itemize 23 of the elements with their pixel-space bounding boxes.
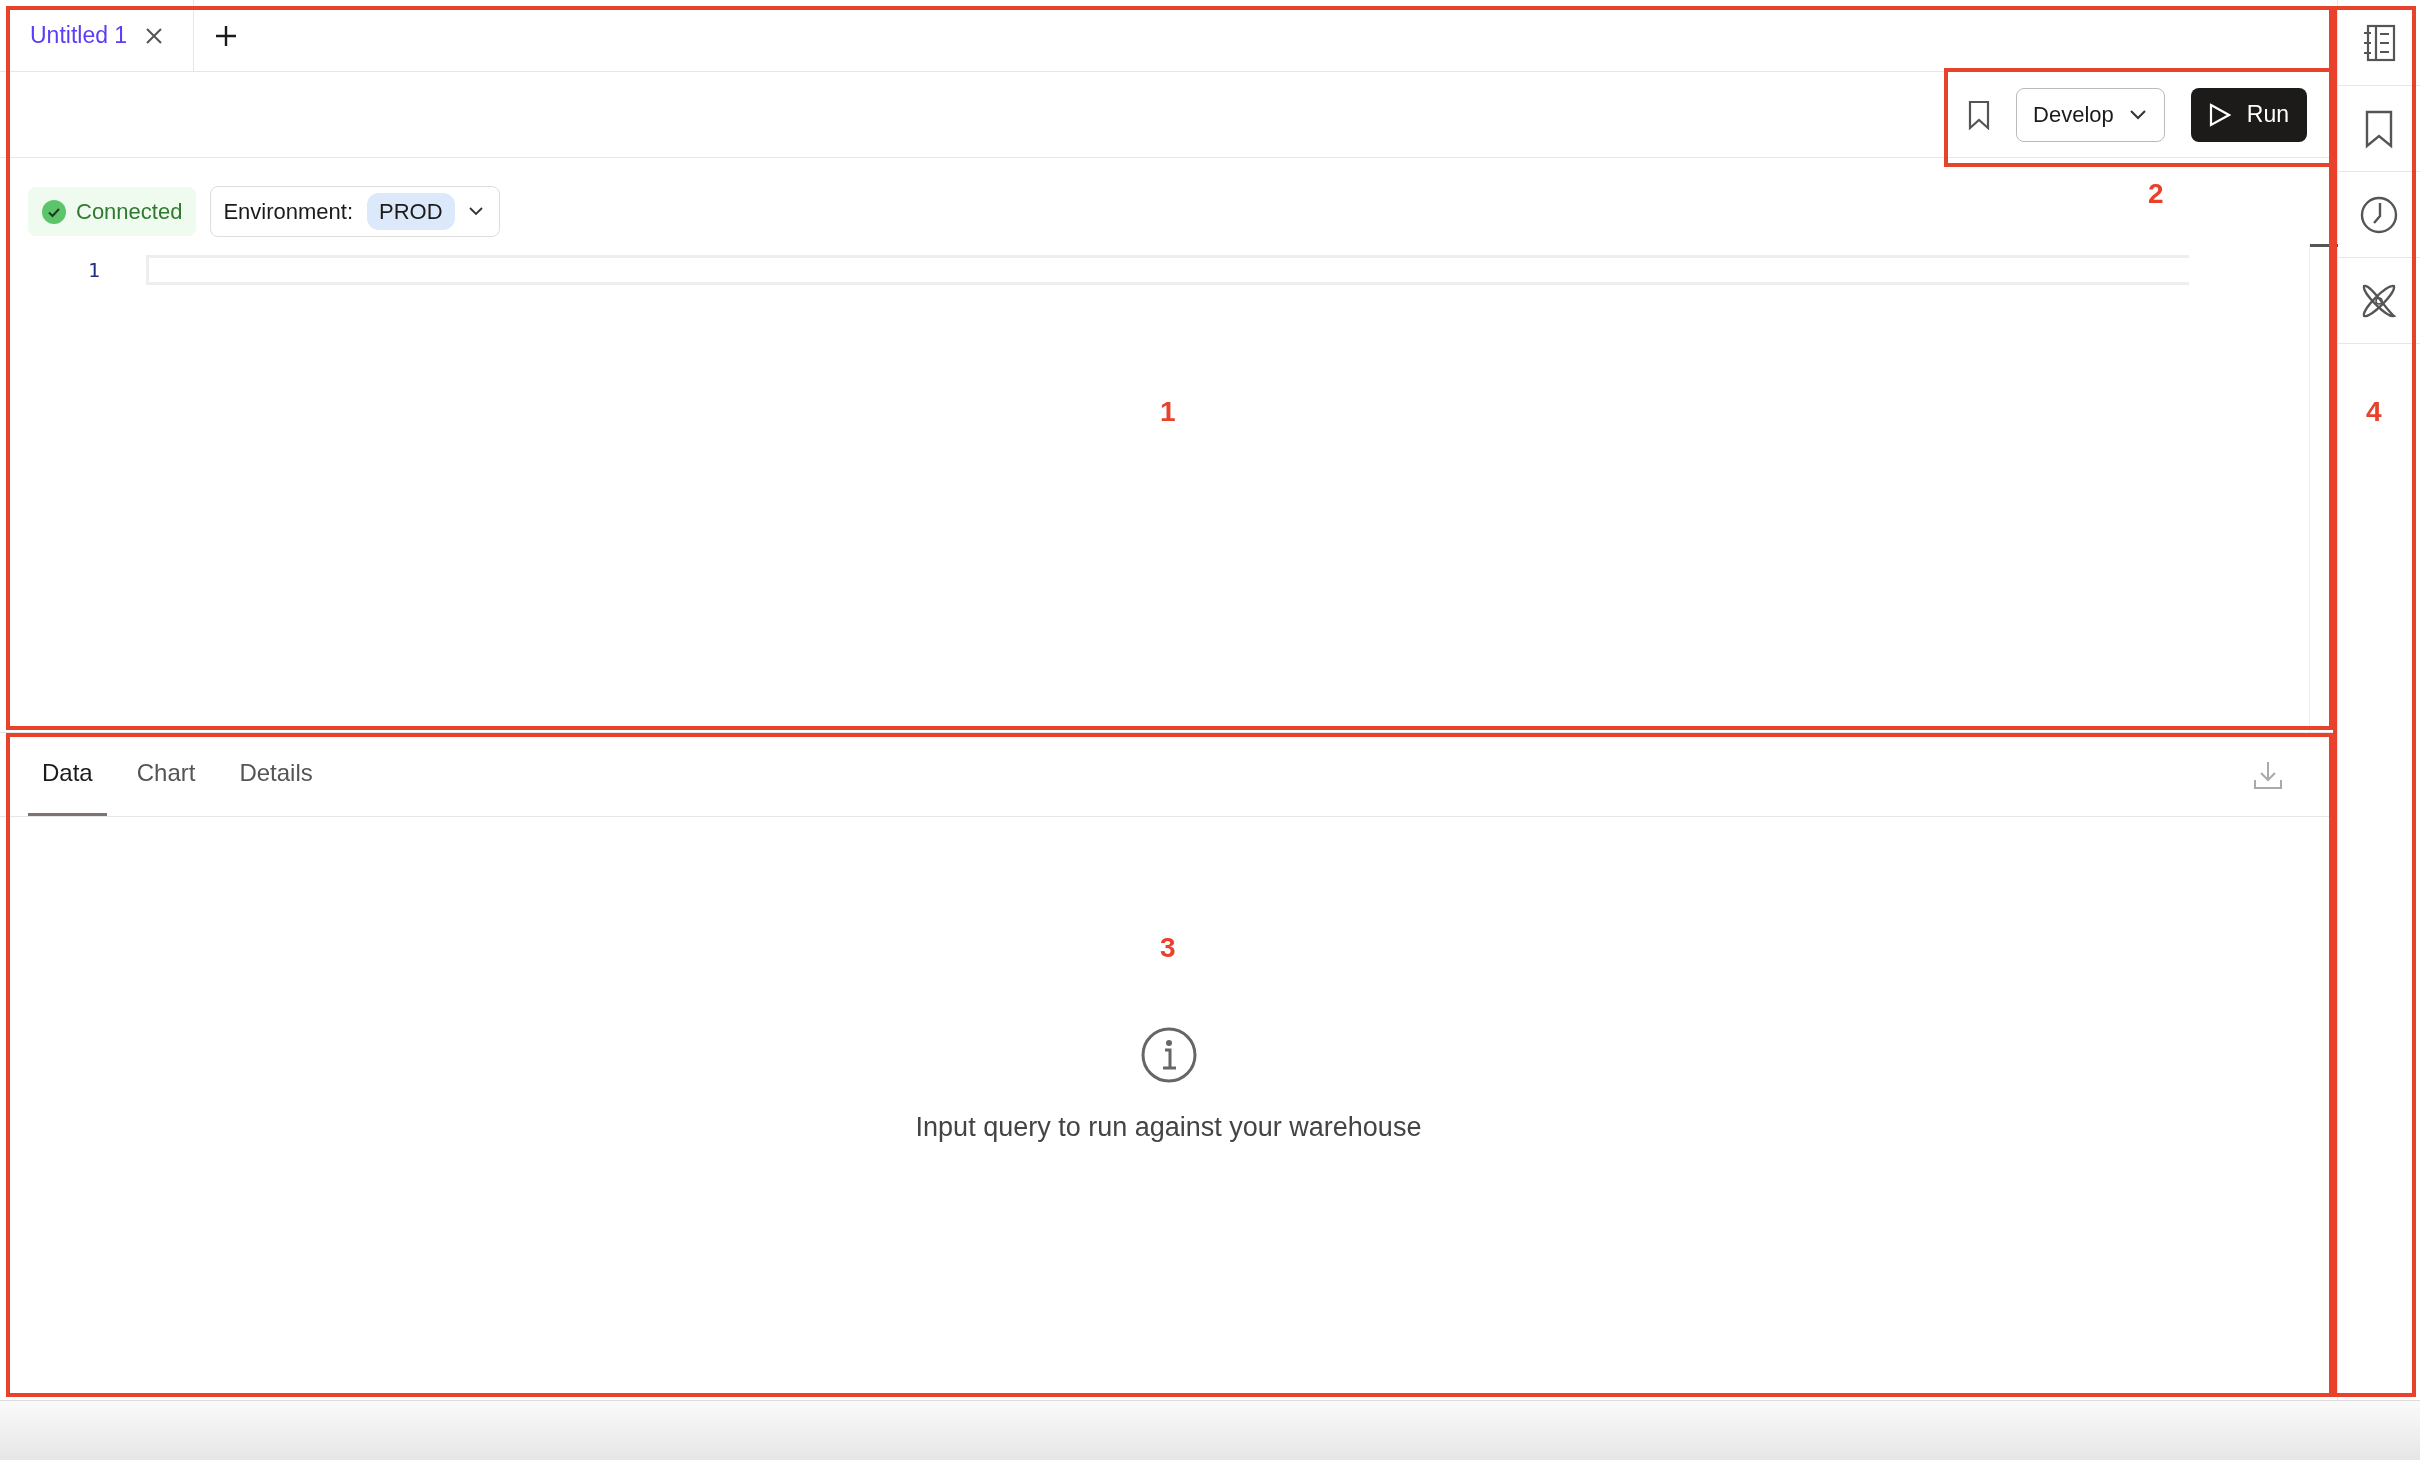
caret-icon: [2129, 109, 2146, 120]
environment-dropdown[interactable]: Environment: PROD: [210, 186, 500, 237]
annotation-number: 4: [2366, 398, 2382, 426]
close-icon[interactable]: [145, 26, 164, 45]
mode-dropdown[interactable]: Develop: [2016, 87, 2165, 142]
annotation-number: 1: [1160, 398, 1176, 426]
clock-icon: [2359, 194, 2399, 235]
bookmark-icon[interactable]: [1968, 99, 1991, 130]
empty-message: Input query to run against your warehouse: [915, 1111, 1422, 1144]
info-icon: [1140, 1027, 1197, 1083]
play-icon: [2208, 102, 2231, 127]
result-tab[interactable]: Chart: [122, 733, 210, 816]
annotation-number: 3: [1160, 934, 1176, 962]
result-tab[interactable]: Details: [225, 733, 327, 816]
line-number: 1: [86, 257, 101, 284]
query-tab[interactable]: Untitled 1: [0, 0, 195, 71]
run-button[interactable]: Run: [2190, 87, 2307, 142]
check-icon: [42, 199, 66, 224]
connection-status: Connected: [28, 187, 197, 236]
annotation-number: 2: [2148, 180, 2164, 208]
caret-icon: [468, 207, 483, 216]
plus-icon: [214, 23, 239, 48]
result-tab[interactable]: Data: [28, 733, 107, 816]
